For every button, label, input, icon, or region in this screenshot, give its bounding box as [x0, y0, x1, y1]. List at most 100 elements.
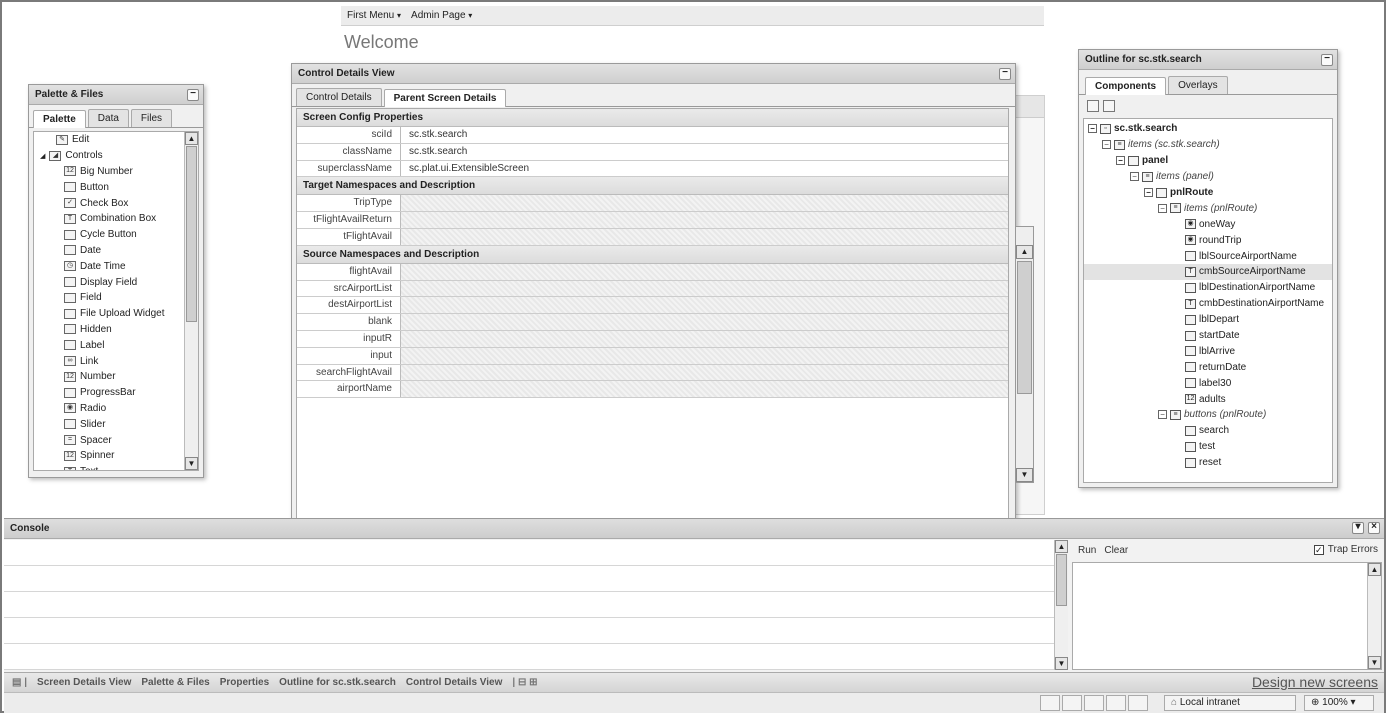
- property-value[interactable]: [401, 195, 1008, 212]
- tree-node[interactable]: 12 adults: [1084, 391, 1332, 407]
- collapse-icon[interactable]: ▾: [1352, 522, 1364, 534]
- tree-node[interactable]: lblDestinationAirportName: [1084, 280, 1332, 296]
- palette-item[interactable]: ◢ ◢ Controls: [34, 148, 198, 164]
- tree-node[interactable]: lblDepart: [1084, 312, 1332, 328]
- property-value[interactable]: [401, 263, 1008, 280]
- property-value[interactable]: [401, 314, 1008, 330]
- collapse-icon[interactable]: −: [1102, 140, 1111, 150]
- tree-node[interactable]: − ≡ items (panel): [1084, 169, 1332, 185]
- tree-node[interactable]: test: [1084, 439, 1332, 455]
- zoom-control[interactable]: ⊕ 100% ▾: [1304, 695, 1374, 711]
- palette-files-window[interactable]: Palette & Files − Palette Data Files ✎ Edit…: [28, 84, 204, 478]
- tab-data[interactable]: Data: [87, 109, 129, 127]
- tree-node[interactable]: reset: [1084, 455, 1332, 471]
- property-value[interactable]: [401, 212, 1008, 228]
- taskbar-item[interactable]: Palette & Files: [141, 677, 209, 688]
- property-value[interactable]: [401, 330, 1008, 347]
- tree-node[interactable]: − panel: [1084, 153, 1332, 169]
- tree-node[interactable]: − ≡ items (sc.stk.search): [1084, 137, 1332, 153]
- palette-window-title[interactable]: Palette & Files −: [29, 85, 203, 105]
- console-output[interactable]: ▲ ▼: [4, 540, 1068, 670]
- palette-scrollbar[interactable]: ▲ ▼: [184, 132, 198, 470]
- palette-item[interactable]: File Upload Widget: [34, 306, 198, 322]
- property-value[interactable]: [401, 347, 1008, 364]
- tree-node[interactable]: label30: [1084, 375, 1332, 391]
- minimize-icon[interactable]: −: [1321, 54, 1333, 66]
- palette-item[interactable]: 12 Big Number: [34, 164, 198, 180]
- palette-item[interactable]: Slider: [34, 416, 198, 432]
- scroll-thumb[interactable]: [186, 146, 197, 322]
- tab-parent-screen-details[interactable]: Parent Screen Details: [383, 89, 507, 107]
- collapse-icon[interactable]: −: [1116, 156, 1125, 166]
- tree-node[interactable]: TcmbDestinationAirportName: [1084, 296, 1332, 312]
- tree-node[interactable]: lblArrive: [1084, 343, 1332, 359]
- tree-node[interactable]: startDate: [1084, 328, 1332, 344]
- scroll-up-icon[interactable]: ▲: [1055, 540, 1068, 553]
- outline-window-title[interactable]: Outline for sc.stk.search −: [1079, 50, 1337, 70]
- tree-node[interactable]: search: [1084, 423, 1332, 439]
- minimize-icon[interactable]: −: [187, 89, 199, 101]
- top-menu-item[interactable]: Admin Page ▾: [411, 10, 472, 21]
- palette-item[interactable]: ∞ Link: [34, 353, 198, 369]
- tree-node[interactable]: − ≡ buttons (pnlRoute): [1084, 407, 1332, 423]
- taskbar-item[interactable]: Control Details View: [406, 677, 503, 688]
- collapse-icon[interactable]: −: [1088, 124, 1097, 134]
- run-button[interactable]: Run: [1078, 545, 1096, 556]
- property-value[interactable]: [401, 228, 1008, 245]
- palette-item[interactable]: ✓ Check Box: [34, 195, 198, 211]
- collapse-icon[interactable]: −: [1158, 203, 1167, 213]
- palette-item[interactable]: ✎ Edit: [34, 132, 198, 148]
- collapse-icon[interactable]: −: [1144, 188, 1153, 197]
- console-scrollbar[interactable]: ▲ ▼: [1054, 540, 1068, 670]
- tab-components[interactable]: Components: [1085, 77, 1167, 95]
- control-details-window[interactable]: Control Details View − Control Details Pa…: [291, 63, 1016, 546]
- palette-item[interactable]: Button: [34, 179, 198, 195]
- tab-overlays[interactable]: Overlays: [1168, 76, 1228, 94]
- palette-item[interactable]: Field: [34, 290, 198, 306]
- scroll-down-icon[interactable]: ▼: [1368, 656, 1381, 669]
- expand-icon[interactable]: ◢: [40, 152, 45, 160]
- minimize-icon[interactable]: −: [999, 68, 1011, 80]
- collapse-icon[interactable]: −: [1158, 410, 1167, 420]
- tab-control-details[interactable]: Control Details: [296, 88, 382, 106]
- collapse-icon[interactable]: −: [1130, 172, 1139, 182]
- tree-node[interactable]: TcmbSourceAirportName: [1084, 264, 1332, 280]
- scroll-up-icon[interactable]: ▲: [1016, 245, 1033, 259]
- palette-item[interactable]: Cycle Button: [34, 227, 198, 243]
- close-icon[interactable]: ×: [1368, 522, 1380, 534]
- palette-item[interactable]: ◷ Date Time: [34, 258, 198, 274]
- palette-item[interactable]: Label: [34, 337, 198, 353]
- scroll-thumb[interactable]: [1056, 554, 1067, 606]
- tree-node[interactable]: ◉ oneWay: [1084, 216, 1332, 232]
- tab-files[interactable]: Files: [130, 109, 173, 127]
- property-value[interactable]: sc.plat.ui.ExtensibleScreen: [401, 160, 1008, 177]
- property-value[interactable]: [401, 381, 1008, 398]
- console-input-scrollbar[interactable]: ▲ ▼: [1367, 563, 1381, 669]
- palette-item[interactable]: 12 Number: [34, 369, 198, 385]
- palette-item[interactable]: Date: [34, 243, 198, 259]
- property-value[interactable]: sc.stk.search: [401, 143, 1008, 160]
- top-menu-item[interactable]: First Menu ▾: [347, 10, 401, 21]
- palette-item[interactable]: Hidden: [34, 322, 198, 338]
- scroll-down-icon[interactable]: ▼: [1016, 468, 1033, 482]
- palette-item[interactable]: T Text: [34, 464, 198, 470]
- taskbar-item[interactable]: Properties: [220, 677, 269, 688]
- property-value[interactable]: [401, 364, 1008, 381]
- property-value[interactable]: sc.stk.search: [401, 127, 1008, 143]
- scroll-down-icon[interactable]: ▼: [1055, 657, 1068, 670]
- expand-all-icon[interactable]: [1103, 100, 1115, 112]
- property-value[interactable]: [401, 280, 1008, 297]
- tree-node[interactable]: − ▫ sc.stk.search: [1084, 121, 1332, 137]
- scroll-up-icon[interactable]: ▲: [1368, 563, 1381, 576]
- tree-node[interactable]: − pnlRoute: [1084, 185, 1332, 201]
- palette-item[interactable]: ProgressBar: [34, 385, 198, 401]
- tree-node[interactable]: ◉ roundTrip: [1084, 232, 1332, 248]
- control-details-title[interactable]: Control Details View −: [292, 64, 1015, 84]
- taskbar-nav-icons[interactable]: | ⊟ ⊞: [512, 677, 537, 688]
- taskbar-item[interactable]: Outline for sc.stk.search: [279, 677, 396, 688]
- palette-item[interactable]: = Spacer: [34, 432, 198, 448]
- palette-item[interactable]: T Combination Box: [34, 211, 198, 227]
- chevron-down-icon[interactable]: ▾: [1351, 697, 1356, 708]
- tree-node[interactable]: returnDate: [1084, 359, 1332, 375]
- clear-button[interactable]: Clear: [1104, 545, 1128, 556]
